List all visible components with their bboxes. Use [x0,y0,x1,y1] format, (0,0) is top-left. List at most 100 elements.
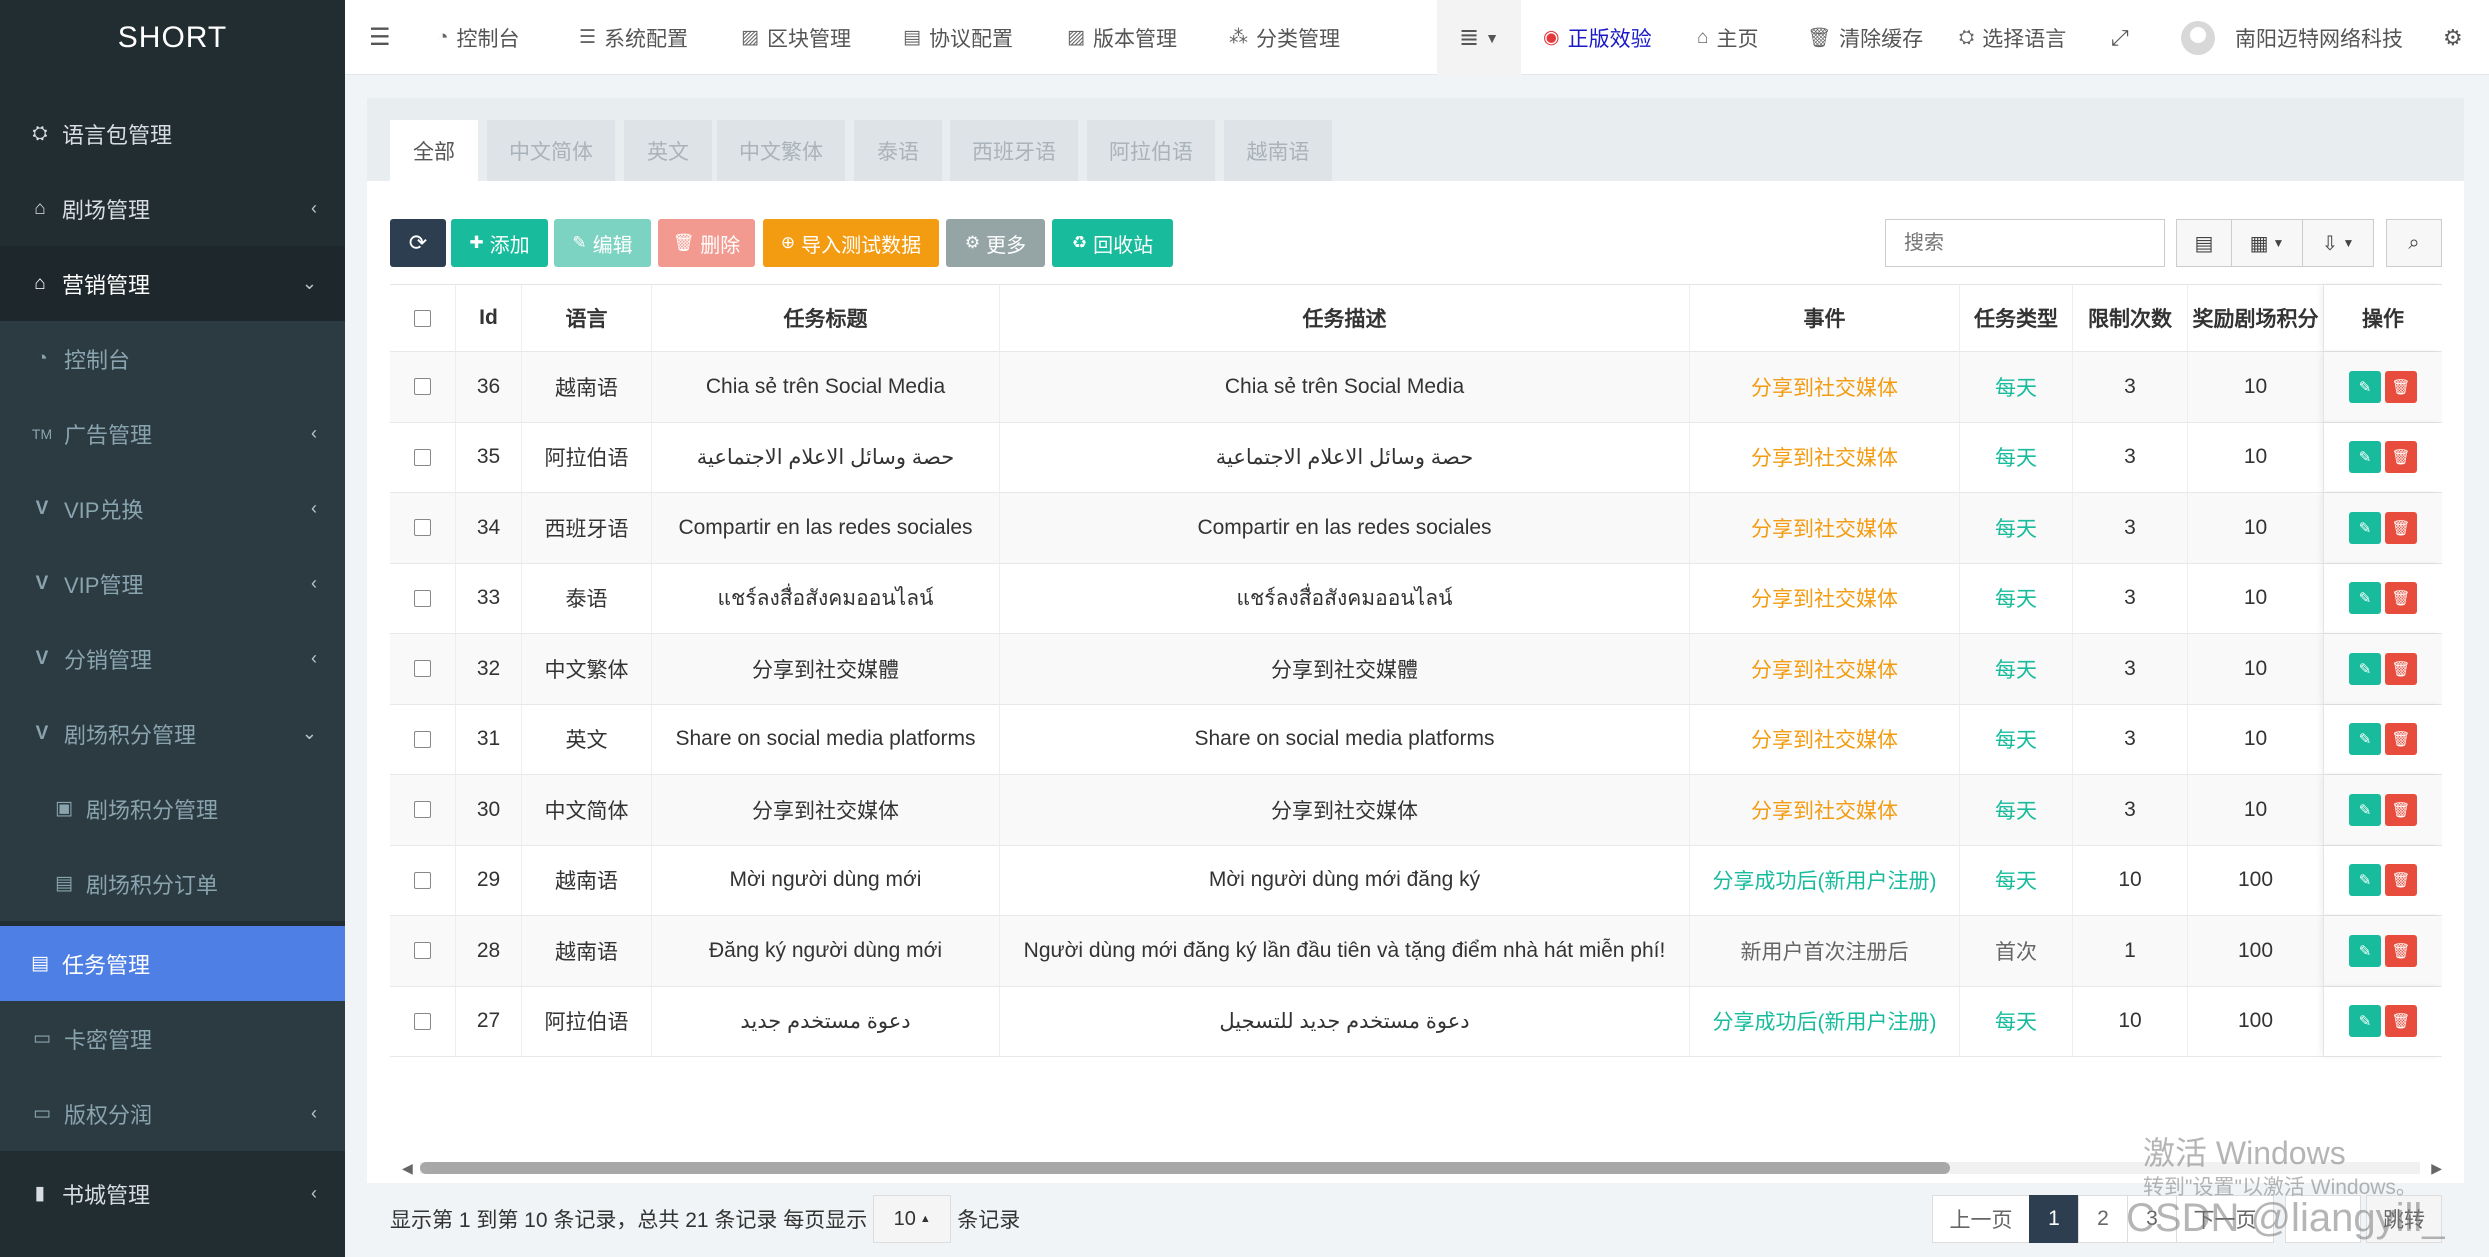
topnav-protocol-config[interactable]: ▤ 协议配置 [903,0,1013,75]
row-delete-button[interactable]: 🗑 [2385,511,2417,544]
topnav-block-manage[interactable]: ▨ 区块管理 [741,0,851,75]
delete-button[interactable]: 🗑 删除 [658,219,755,267]
table-row[interactable]: 30 中文简体 分享到社交媒体 分享到社交媒体 分享到社交媒体 每天 3 10 ✎ 🗑 [390,775,2442,846]
sidebar-item-tasks[interactable]: ▤ 任务管理 [0,926,345,1001]
topnav-version-manage[interactable]: ▨ 版本管理 [1067,0,1177,75]
table-row[interactable]: 36 越南语 Chia sẻ trên Social Media Chia sẻ tr… [390,352,2442,423]
horizontal-scrollbar[interactable]: ◀ ▶ [402,1160,2442,1176]
columns-dropdown-button[interactable]: ▦ ▼ [2231,219,2303,267]
topnav-home[interactable]: ⌂ 主页 [1697,0,1758,75]
sidebar-item-distribution[interactable]: V 分销管理 ‹ [0,621,345,696]
sidebar-item-marketing[interactable]: ⌂ 营销管理 ⌄ [0,246,345,321]
column-header-id[interactable]: Id [456,285,522,351]
row-checkbox[interactable] [414,801,431,819]
row-delete-button[interactable]: 🗑 [2385,652,2417,685]
more-button[interactable]: ⚙ 更多 [946,219,1045,267]
column-header-type[interactable]: 任务类型 [1960,285,2073,351]
page-2-button[interactable]: 2 [2078,1195,2128,1243]
row-checkbox[interactable] [414,660,431,678]
sidebar-item-vip-manage[interactable]: V VIP管理 ‹ [0,546,345,621]
scrollbar-thumb[interactable] [420,1162,1950,1174]
row-edit-button[interactable]: ✎ [2349,723,2381,756]
brand-logo[interactable]: SHORT [0,0,345,75]
table-row[interactable]: 35 阿拉伯语 حصة وسائل الاعلام الاجتماعية حصة وس… [390,422,2442,493]
row-checkbox[interactable] [414,589,431,607]
table-row[interactable]: 34 西班牙语 Compartir en las redes sociales Com… [390,493,2442,564]
gear-icon[interactable]: ⚙ [2443,0,2463,75]
row-edit-button[interactable]: ✎ [2349,652,2381,685]
tab-th[interactable]: 泰语 [854,120,942,181]
row-checkbox[interactable] [414,942,431,960]
sidebar-item-points-manage[interactable]: ▣ 剧场积分管理 [0,771,345,846]
search-input[interactable] [1885,219,2165,267]
row-checkbox[interactable] [414,519,431,537]
search-button[interactable]: ⌕ [2386,219,2442,267]
export-dropdown-button[interactable]: ⇩ ▼ [2302,219,2374,267]
table-row[interactable]: 32 中文繁体 分享到社交媒體 分享到社交媒體 分享到社交媒体 每天 3 10 ✎ 🗑 [390,634,2442,705]
row-checkbox[interactable] [414,448,431,466]
column-header-event[interactable]: 事件 [1690,285,1960,351]
sidebar-item-points-orders[interactable]: ▤ 剧场积分订单 [0,846,345,921]
column-header-reward[interactable]: 奖励剧场积分 [2188,285,2324,351]
sidebar-item-ads[interactable]: TM 广告管理 ‹ [0,396,345,471]
row-delete-button[interactable]: 🗑 [2385,441,2417,474]
row-checkbox[interactable] [414,1012,431,1030]
edit-button[interactable]: ✎ 编辑 [554,219,651,267]
topnav-dashboard[interactable]: ◔ 控制台 [437,0,519,75]
scroll-right-icon[interactable]: ▶ [2431,1160,2442,1177]
sidebar-item-language-pack[interactable]: ⛭ 语言包管理 [0,96,345,171]
scroll-left-icon[interactable]: ◀ [402,1160,413,1177]
sidebar-item-points[interactable]: V 剧场积分管理 ⌄ [0,696,345,771]
sidebar-item-card-keys[interactable]: ▭ 卡密管理 [0,1001,345,1076]
tab-vi[interactable]: 越南语 [1224,120,1332,181]
column-header-desc[interactable]: 任务描述 [1000,285,1690,351]
add-button[interactable]: ✚ 添加 [451,219,548,267]
table-row[interactable]: 28 越南语 Đăng ký người dùng mới Người dùng mớ… [390,916,2442,987]
row-checkbox[interactable] [414,871,431,889]
row-delete-button[interactable]: 🗑 [2385,934,2417,967]
fullscreen-icon[interactable]: ⤢ [2111,0,2129,75]
sidebar-item-copyright[interactable]: ▭ 版权分润 ‹ [0,1076,345,1151]
page-size-select[interactable]: 10 ▲ [873,1195,952,1243]
sidebar-item-theater[interactable]: ⌂ 剧场管理 ‹ [0,171,345,246]
tab-all[interactable]: 全部 [390,120,478,181]
row-edit-button[interactable]: ✎ [2349,441,2381,474]
sidebar-item-vip-exchange[interactable]: V VIP兑换 ‹ [0,471,345,546]
table-row[interactable]: 33 泰语 แชร์ลงสื่อสังคมออนไลน์ แชร์ลงสื่อสังค… [390,563,2442,634]
menu-toggle-icon[interactable]: ☰ [369,0,391,75]
topnav-select-language[interactable]: ⛭ 选择语言 [1959,0,2066,75]
select-all-checkbox[interactable] [414,309,431,327]
topnav-more-dropdown[interactable]: ≣ ▼ [1437,0,1521,75]
row-delete-button[interactable]: 🗑 [2385,370,2417,403]
column-header-lang[interactable]: 语言 [522,285,652,351]
row-delete-button[interactable]: 🗑 [2385,1005,2417,1038]
row-edit-button[interactable]: ✎ [2349,511,2381,544]
row-delete-button[interactable]: 🗑 [2385,723,2417,756]
row-edit-button[interactable]: ✎ [2349,793,2381,826]
sidebar-item-dashboard[interactable]: ◔ 控制台 [0,321,345,396]
topnav-official-verify[interactable]: ◉ 正版效验 [1543,0,1652,75]
table-row[interactable]: 31 英文 Share on social media platforms Share… [390,704,2442,775]
topnav-system-config[interactable]: ☰ 系统配置 [579,0,688,75]
table-row[interactable]: 27 阿拉伯语 دعوة مستخدم جديد دعوة مستخدم جديد ل… [390,986,2442,1057]
row-edit-button[interactable]: ✎ [2349,582,2381,615]
row-edit-button[interactable]: ✎ [2349,934,2381,967]
tab-zh-tw[interactable]: 中文繁体 [717,120,845,181]
row-delete-button[interactable]: 🗑 [2385,582,2417,615]
prev-page-button[interactable]: 上一页 [1932,1195,2030,1243]
row-edit-button[interactable]: ✎ [2349,1005,2381,1038]
import-test-data-button[interactable]: ⊕ 导入测试数据 [763,219,939,267]
topnav-clear-cache[interactable]: 🗑 清除缓存 [1807,0,1923,75]
page-1-button[interactable]: 1 [2029,1195,2079,1243]
table-row[interactable]: 29 越南语 Mời người dùng mới Mời người dùng mớ… [390,845,2442,916]
tab-ar[interactable]: 阿拉伯语 [1087,120,1215,181]
toggle-view-button[interactable]: ▤ [2176,219,2232,267]
row-edit-button[interactable]: ✎ [2349,864,2381,897]
row-checkbox[interactable] [414,378,431,396]
tab-zh-cn[interactable]: 中文简体 [487,120,615,181]
sidebar-item-bookstore[interactable]: ▮ 书城管理 ‹ [0,1156,345,1231]
topnav-category-manage[interactable]: ⁂ 分类管理 [1229,0,1340,75]
column-header-title[interactable]: 任务标题 [652,285,1000,351]
row-edit-button[interactable]: ✎ [2349,370,2381,403]
row-delete-button[interactable]: 🗑 [2385,864,2417,897]
